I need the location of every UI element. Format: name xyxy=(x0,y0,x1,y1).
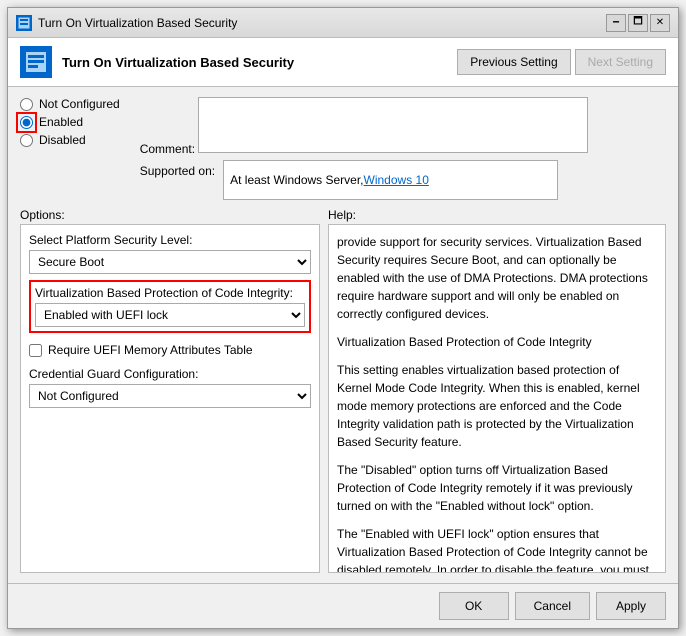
supported-link[interactable]: Windows 10 xyxy=(364,173,429,187)
help-para-4: The "Disabled" option turns off Virtuali… xyxy=(337,461,657,515)
cancel-button[interactable]: Cancel xyxy=(515,592,590,620)
comment-supported-area: Comment: Supported on: At least Windows … xyxy=(140,97,589,200)
virt-protection-label: Virtualization Based Protection of Code … xyxy=(35,286,305,300)
uefi-memory-label: Require UEFI Memory Attributes Table xyxy=(48,343,253,357)
title-bar: Turn On Virtualization Based Security 🗕 … xyxy=(8,8,678,38)
not-configured-radio[interactable] xyxy=(20,98,33,111)
disabled-radio[interactable] xyxy=(20,134,33,147)
uefi-memory-checkbox[interactable] xyxy=(29,344,42,357)
help-panel[interactable]: provide support for security services. V… xyxy=(328,224,666,573)
top-section: Not Configured Enabled Disabled Comment: xyxy=(20,97,666,200)
supported-section: Supported on: At least Windows Server, W… xyxy=(140,160,589,200)
maximize-button[interactable]: 🗖 xyxy=(628,14,648,32)
uefi-checkbox-row: Require UEFI Memory Attributes Table xyxy=(29,343,311,357)
title-buttons: 🗕 🗖 ✕ xyxy=(606,14,670,32)
not-configured-label: Not Configured xyxy=(39,97,120,111)
comment-label: Comment: xyxy=(140,142,195,156)
enabled-radio[interactable] xyxy=(20,116,33,129)
close-button[interactable]: ✕ xyxy=(650,14,670,32)
comment-section: Comment: xyxy=(140,97,589,156)
disabled-row: Disabled xyxy=(20,133,120,147)
platform-security-label: Select Platform Security Level: xyxy=(29,233,311,247)
title-text: Turn On Virtualization Based Security xyxy=(38,16,237,30)
minimize-button[interactable]: 🗕 xyxy=(606,14,626,32)
enabled-label: Enabled xyxy=(39,115,83,129)
header-buttons: Previous Setting Next Setting xyxy=(457,49,666,75)
platform-security-select[interactable]: Secure Boot Secure Boot and DMA Protecti… xyxy=(29,250,311,274)
options-help-labels: Options: Help: xyxy=(20,208,666,222)
help-para-1: provide support for security services. V… xyxy=(337,233,657,323)
supported-label: Supported on: xyxy=(140,160,215,178)
comment-textarea[interactable] xyxy=(198,97,588,153)
supported-value-box: At least Windows Server, Windows 10 xyxy=(223,160,558,200)
next-setting-button[interactable]: Next Setting xyxy=(575,49,666,75)
virt-protection-box: Virtualization Based Protection of Code … xyxy=(29,280,311,333)
main-window: Turn On Virtualization Based Security 🗕 … xyxy=(7,7,679,629)
bottom-bar: OK Cancel Apply xyxy=(8,583,678,628)
options-panel: Select Platform Security Level: Secure B… xyxy=(20,224,320,573)
header-icon xyxy=(20,46,52,78)
title-bar-left: Turn On Virtualization Based Security xyxy=(16,15,237,31)
credential-guard-label: Credential Guard Configuration: xyxy=(29,367,311,381)
enabled-row: Enabled xyxy=(20,115,120,129)
platform-security-group: Select Platform Security Level: Secure B… xyxy=(29,233,311,274)
virt-protection-group: Virtualization Based Protection of Code … xyxy=(35,286,305,327)
credential-guard-select[interactable]: Not Configured Enabled without lock Enab… xyxy=(29,384,311,408)
help-para-5: The "Enabled with UEFI lock" option ensu… xyxy=(337,525,657,573)
options-help-content: Select Platform Security Level: Secure B… xyxy=(20,224,666,573)
credential-guard-group: Credential Guard Configuration: Not Conf… xyxy=(29,367,311,408)
supported-text-prefix: At least Windows Server, xyxy=(230,173,363,187)
not-configured-row: Not Configured xyxy=(20,97,120,111)
header-title: Turn On Virtualization Based Security xyxy=(62,55,294,70)
ok-button[interactable]: OK xyxy=(439,592,509,620)
header-bar: Turn On Virtualization Based Security Pr… xyxy=(8,38,678,87)
previous-setting-button[interactable]: Previous Setting xyxy=(457,49,570,75)
help-section-label: Help: xyxy=(328,208,666,222)
options-section-label: Options: xyxy=(20,208,320,222)
disabled-label: Disabled xyxy=(39,133,86,147)
help-para-2: Virtualization Based Protection of Code … xyxy=(337,333,657,351)
help-para-3: This setting enables virtualization base… xyxy=(337,361,657,451)
options-help-wrapper: Options: Help: Select Platform Security … xyxy=(20,208,666,573)
content-area: Not Configured Enabled Disabled Comment: xyxy=(8,87,678,583)
virt-protection-select[interactable]: Disabled Enabled without lock Enabled wi… xyxy=(35,303,305,327)
window-icon xyxy=(16,15,32,31)
header-title-area: Turn On Virtualization Based Security xyxy=(20,46,457,78)
radio-group: Not Configured Enabled Disabled xyxy=(20,97,120,200)
apply-button[interactable]: Apply xyxy=(596,592,666,620)
